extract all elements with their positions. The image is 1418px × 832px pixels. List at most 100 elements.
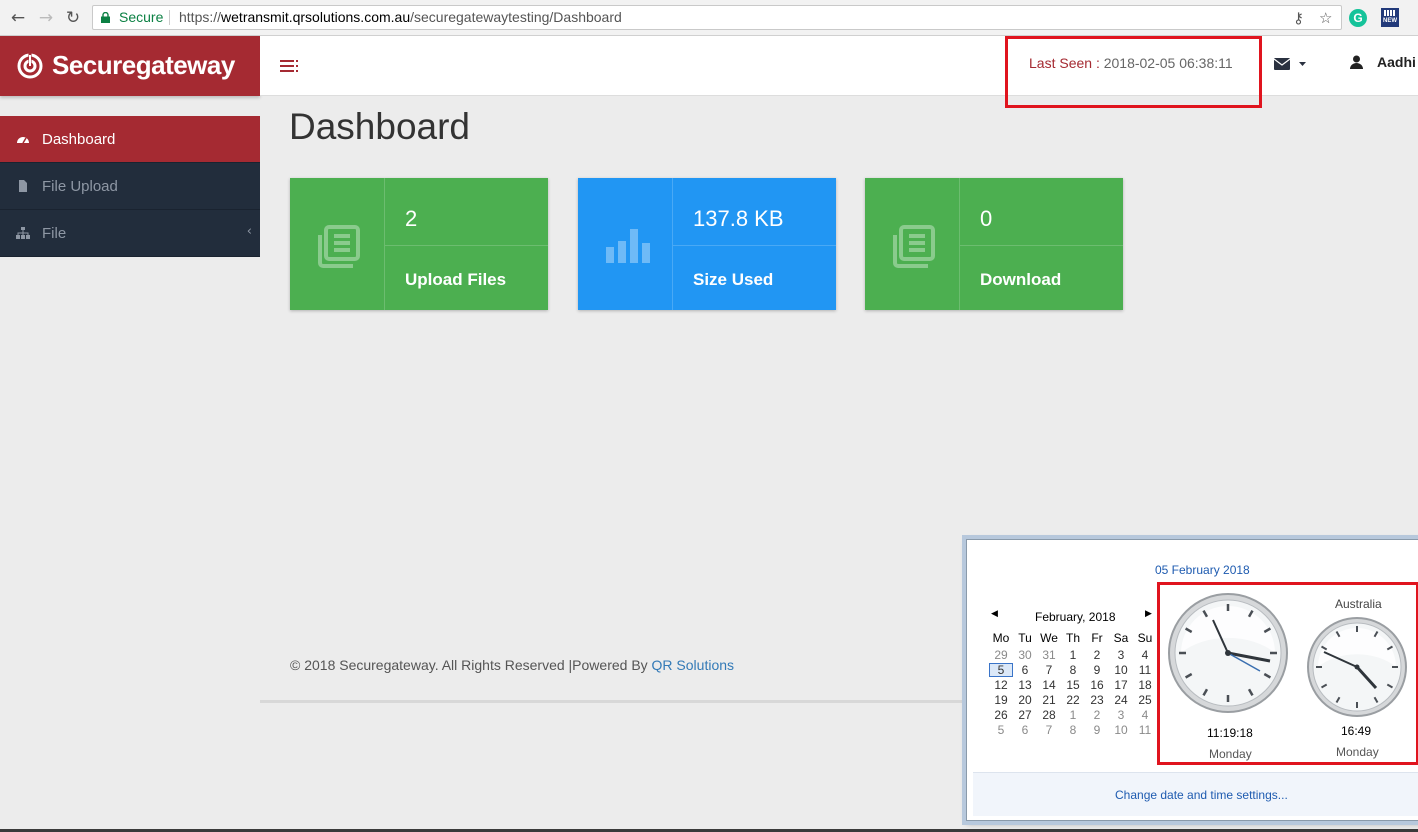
current-date-link[interactable]: 05 February 2018 <box>1155 563 1250 577</box>
calendar-weekday: Tu <box>1018 631 1032 645</box>
user-icon <box>1350 55 1363 69</box>
calendar-title[interactable]: February, 2018 <box>1035 610 1116 624</box>
calendar-day[interactable]: 27 <box>1013 708 1037 722</box>
forward-icon[interactable]: → <box>36 8 56 28</box>
stat-divider <box>385 245 548 246</box>
second-clock-time: 16:49 <box>1341 724 1372 738</box>
reload-icon[interactable]: ↻ <box>63 8 83 28</box>
grammarly-extension-icon[interactable]: G <box>1349 9 1367 27</box>
calendar-day[interactable]: 19 <box>989 693 1013 707</box>
calendar-day[interactable]: 21 <box>1037 693 1061 707</box>
calendar-day[interactable]: 9 <box>1085 723 1109 737</box>
stat-label: Size Used <box>693 270 774 289</box>
calendar-day[interactable]: 10 <box>1109 663 1133 677</box>
next-month-icon[interactable]: ▶ <box>1145 609 1152 619</box>
second-clock-label: Australia <box>1335 597 1382 611</box>
envelope-icon <box>1274 58 1290 70</box>
analog-clock-australia <box>1307 617 1407 717</box>
menu-toggle-icon[interactable] <box>280 60 298 72</box>
stat-card-icon-box <box>865 178 960 310</box>
calendar-day[interactable]: 15 <box>1061 678 1085 692</box>
stat-value: 0 <box>980 206 993 231</box>
messages-dropdown[interactable] <box>1274 56 1310 76</box>
local-clock-time: 11:19:18 <box>1207 726 1253 740</box>
stat-label: Upload Files <box>405 270 507 289</box>
sitemap-icon <box>16 227 30 239</box>
change-date-time-settings-link[interactable]: Change date and time settings... <box>1115 788 1288 802</box>
calendar-day[interactable]: 12 <box>989 678 1013 692</box>
calendar-day[interactable]: 8 <box>1061 663 1085 677</box>
chevron-left-icon: ‹ <box>246 224 252 239</box>
logo-icon <box>17 53 43 79</box>
calendar-day[interactable]: 23 <box>1085 693 1109 707</box>
analog-clock-local <box>1168 593 1288 713</box>
stat-card-upload-files[interactable]: 2 Upload Files <box>290 178 548 310</box>
second-clock-day: Monday <box>1336 745 1379 759</box>
calendar-day[interactable]: 22 <box>1061 693 1085 707</box>
calendar-day[interactable]: 29 <box>989 648 1013 662</box>
calendar-day[interactable]: 4 <box>1133 708 1157 722</box>
calendar-day[interactable]: 7 <box>1037 723 1061 737</box>
address-bar[interactable]: Secure https://wetransmit.qrsolutions.co… <box>92 5 1342 30</box>
url-path: /securegatewaytesting/Dashboard <box>410 9 622 25</box>
key-icon[interactable]: ⚷ <box>1293 7 1304 30</box>
calendar-day[interactable]: 14 <box>1037 678 1061 692</box>
calendar-day[interactable]: 28 <box>1037 708 1061 722</box>
calendar-day[interactable]: 25 <box>1133 693 1157 707</box>
calendar-day[interactable]: 2 <box>1085 648 1109 662</box>
omnibox-divider <box>169 10 170 25</box>
calendar-day[interactable]: 31 <box>1037 648 1061 662</box>
calendar-day[interactable]: 24 <box>1109 693 1133 707</box>
calendar-day[interactable]: 26 <box>989 708 1013 722</box>
calendar-day[interactable]: 11 <box>1133 663 1157 677</box>
calendar-day[interactable]: 5 <box>989 663 1013 677</box>
calendar-day[interactable]: 1 <box>1061 708 1085 722</box>
calendar-day[interactable]: 11 <box>1133 723 1157 737</box>
calendar-day[interactable]: 8 <box>1061 723 1085 737</box>
url-host: wetransmit.qrsolutions.com.au <box>221 9 411 25</box>
sidebar-item-file[interactable]: File ‹ <box>0 210 260 257</box>
calendar-day[interactable]: 5 <box>989 723 1013 737</box>
calendar-day[interactable]: 20 <box>1013 693 1037 707</box>
calendar-day[interactable]: 9 <box>1085 663 1109 677</box>
calendar-day[interactable]: 18 <box>1133 678 1157 692</box>
sidebar-item-label: File Upload <box>42 178 118 195</box>
stat-card-download[interactable]: 0 Download <box>865 178 1123 310</box>
calendar-day[interactable]: 13 <box>1013 678 1037 692</box>
sidebar-item-file-upload[interactable]: File Upload <box>0 163 260 210</box>
calendar-weekday: Mo <box>992 631 1010 645</box>
calendar-day[interactable]: 6 <box>1013 663 1037 677</box>
calendar-day[interactable]: 10 <box>1109 723 1133 737</box>
calendar-day[interactable]: 4 <box>1133 648 1157 662</box>
dashboard-icon <box>17 137 29 144</box>
footer-link[interactable]: QR Solutions <box>652 657 734 673</box>
calendar-day[interactable]: 3 <box>1109 708 1133 722</box>
sidebar-item-label: File <box>42 225 67 242</box>
back-icon[interactable]: ← <box>8 8 28 28</box>
news-extension-icon[interactable]: NEW <box>1381 8 1399 27</box>
calendar-day[interactable]: 6 <box>1013 723 1037 737</box>
stat-value: 137.8 KB <box>693 206 784 231</box>
content-bottom-border <box>260 700 980 703</box>
previous-month-icon[interactable]: ◀ <box>991 609 998 619</box>
top-navbar: Last Seen : 2018-02-05 06:38:11 Aadhi <box>260 36 1418 108</box>
calendar-weekday: Th <box>1065 631 1080 645</box>
url-text[interactable]: https://wetransmit.qrsolutions.com.au/se… <box>179 6 622 29</box>
calendar-day[interactable]: 1 <box>1061 648 1085 662</box>
calendar-day[interactable]: 16 <box>1085 678 1109 692</box>
calendar-day[interactable]: 7 <box>1037 663 1061 677</box>
caret-down-icon <box>1299 62 1306 66</box>
calendar-day[interactable]: 2 <box>1085 708 1109 722</box>
brand-header[interactable]: Securegateway <box>0 36 260 96</box>
sidebar-item-dashboard[interactable]: Dashboard <box>0 116 260 163</box>
calendar-day[interactable]: 17 <box>1109 678 1133 692</box>
stat-card-size-used[interactable]: 137.8 KB Size Used <box>578 178 836 310</box>
calendar-day[interactable]: 3 <box>1109 648 1133 662</box>
stat-card-icon-box <box>578 178 673 310</box>
page-footer: © 2018 Securegateway. All Rights Reserve… <box>290 657 734 673</box>
star-icon[interactable]: ☆ <box>1319 7 1332 30</box>
browser-toolbar: ← → ↻ Secure https://wetransmit.qrsoluti… <box>0 0 1418 36</box>
footer-text: © 2018 Securegateway. All Rights Reserve… <box>290 657 652 673</box>
calendar-day[interactable]: 30 <box>1013 648 1037 662</box>
bar-chart-icon <box>606 229 650 263</box>
